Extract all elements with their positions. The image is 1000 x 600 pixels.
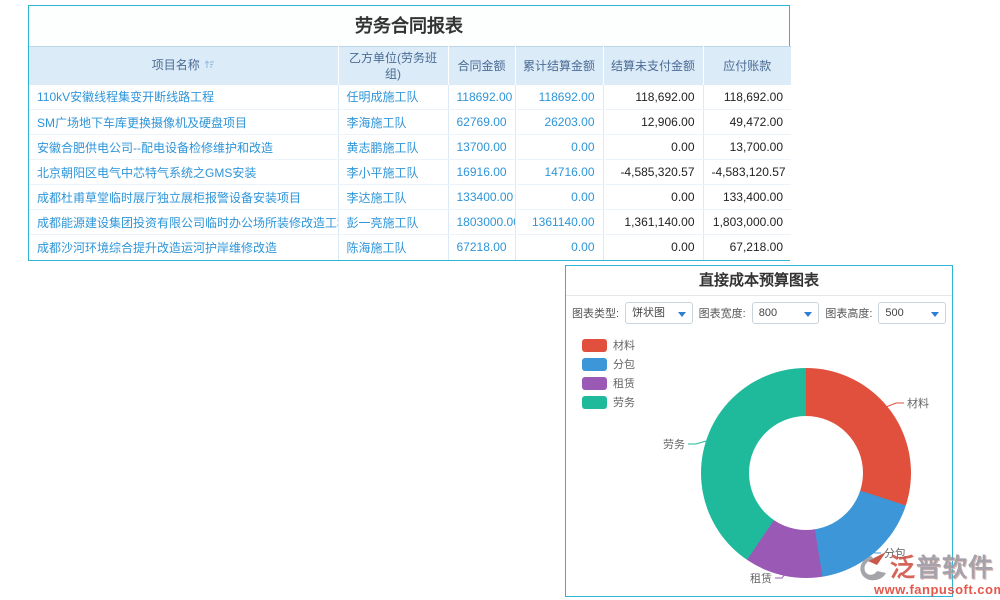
report-table: 项目名称 乙方单位(劳务班组) 合同金额 累计结算金额 结算未支付金额 应付账款… xyxy=(29,46,791,260)
legend-swatch xyxy=(582,339,607,352)
report-title: 劳务合同报表 xyxy=(29,6,789,46)
settled-amount-cell: 14716.00 xyxy=(515,160,603,185)
chart-height-label: 图表高度: xyxy=(825,305,872,321)
col-header-settled-amount[interactable]: 累计结算金额 xyxy=(515,47,603,85)
table-row[interactable]: 成都杜甫草堂临时展厅独立展柜报警设备安装项目李达施工队133400.000.00… xyxy=(29,185,791,210)
contract-amount-cell: 1803000.00 xyxy=(448,210,515,235)
contract-amount-cell: 13700.00 xyxy=(448,135,515,160)
legend-item[interactable]: 劳务 xyxy=(582,395,635,409)
report-table-body: 110kV安徽线程集变开断线路工程任明成施工队118692.00118692.0… xyxy=(29,85,791,260)
contract-amount-cell: 67218.00 xyxy=(448,235,515,260)
chart-type-select[interactable]: 饼状图 xyxy=(625,302,693,324)
col-header-payable[interactable]: 应付账款 xyxy=(703,47,791,85)
table-row[interactable]: 安徽合肥供电公司--配电设备检修维护和改造黄志鹏施工队13700.000.000… xyxy=(29,135,791,160)
project-name-cell[interactable]: SM广场地下车库更换摄像机及硬盘项目 xyxy=(29,110,338,135)
contractor-cell: 陈海施工队 xyxy=(338,235,448,260)
chart-type-label: 图表类型: xyxy=(572,305,619,321)
legend-item[interactable]: 材料 xyxy=(582,338,635,352)
project-name-cell[interactable]: 成都沙河环境综合提升改造运河护岸维修改造 xyxy=(29,235,338,260)
sort-icon[interactable] xyxy=(204,58,215,74)
chart-height-value: 500 xyxy=(885,307,903,319)
chart-legend: 材料分包租赁劳务 xyxy=(582,338,635,414)
unpaid-amount-cell: 0.00 xyxy=(603,185,703,210)
slice-label-rental: 租赁 xyxy=(750,571,772,585)
donut-hole xyxy=(749,416,863,530)
col-header-unpaid-amount[interactable]: 结算未支付金额 xyxy=(603,47,703,85)
contract-amount-cell: 16916.00 xyxy=(448,160,515,185)
table-row[interactable]: 110kV安徽线程集变开断线路工程任明成施工队118692.00118692.0… xyxy=(29,85,791,110)
slice-label-labor: 劳务 xyxy=(663,438,685,451)
contractor-cell: 黄志鹏施工队 xyxy=(338,135,448,160)
legend-item[interactable]: 分包 xyxy=(582,357,635,371)
project-name-cell[interactable]: 安徽合肥供电公司--配电设备检修维护和改造 xyxy=(29,135,338,160)
contract-amount-cell: 133400.00 xyxy=(448,185,515,210)
legend-label: 租赁 xyxy=(613,375,635,391)
contractor-cell: 任明成施工队 xyxy=(338,85,448,110)
settled-amount-cell: 0.00 xyxy=(515,135,603,160)
table-row[interactable]: SM广场地下车库更换摄像机及硬盘项目李海施工队62769.0026203.001… xyxy=(29,110,791,135)
settled-amount-cell: 0.00 xyxy=(515,185,603,210)
contractor-cell: 李小平施工队 xyxy=(338,160,448,185)
watermark-url: www.fanpusoft.com xyxy=(856,582,1000,597)
contract-amount-cell: 62769.00 xyxy=(448,110,515,135)
chevron-down-icon xyxy=(931,312,939,317)
unpaid-amount-cell: 0.00 xyxy=(603,235,703,260)
unpaid-amount-cell: 1,361,140.00 xyxy=(603,210,703,235)
watermark-brand: 泛普软件 xyxy=(890,548,994,584)
project-name-cell[interactable]: 110kV安徽线程集变开断线路工程 xyxy=(29,85,338,110)
report-table-header: 项目名称 乙方单位(劳务班组) 合同金额 累计结算金额 结算未支付金额 应付账款 xyxy=(29,47,791,85)
project-name-cell[interactable]: 成都能源建设集团投资有限公司临时办公场所装修改造工程EPC xyxy=(29,210,338,235)
payable-cell: 133,400.00 xyxy=(703,185,791,210)
legend-label: 材料 xyxy=(613,337,635,353)
payable-cell: -4,583,120.57 xyxy=(703,160,791,185)
chart-controls: 图表类型: 饼状图 图表宽度: 800 图表高度: 500 xyxy=(566,296,952,326)
chart-width-select[interactable]: 800 xyxy=(752,302,820,324)
payable-cell: 67,218.00 xyxy=(703,235,791,260)
payable-cell: 49,472.00 xyxy=(703,110,791,135)
project-name-cell[interactable]: 北京朝阳区电气中芯特气系统之GMS安装 xyxy=(29,160,338,185)
table-row[interactable]: 成都能源建设集团投资有限公司临时办公场所装修改造工程EPC彭一亮施工队18030… xyxy=(29,210,791,235)
contractor-cell: 彭一亮施工队 xyxy=(338,210,448,235)
payable-cell: 13,700.00 xyxy=(703,135,791,160)
settled-amount-cell: 26203.00 xyxy=(515,110,603,135)
unpaid-amount-cell: 0.00 xyxy=(603,135,703,160)
unpaid-amount-cell: 118,692.00 xyxy=(603,85,703,110)
contract-amount-cell: 118692.00 xyxy=(448,85,515,110)
watermark: 泛普软件 www.fanpusoft.com xyxy=(856,548,1000,597)
chevron-down-icon xyxy=(804,312,812,317)
chart-panel-title: 直接成本预算图表 xyxy=(566,266,952,296)
payable-cell: 1,803,000.00 xyxy=(703,210,791,235)
col-header-contractor[interactable]: 乙方单位(劳务班组) xyxy=(338,47,448,85)
col-header-contract-amount[interactable]: 合同金额 xyxy=(448,47,515,85)
slice-label-materials: 材料 xyxy=(907,396,929,410)
chart-height-select[interactable]: 500 xyxy=(878,302,946,324)
chart-width-label: 图表宽度: xyxy=(699,305,746,321)
legend-swatch xyxy=(582,377,607,390)
legend-swatch xyxy=(582,396,607,409)
chart-width-value: 800 xyxy=(759,307,777,319)
table-row[interactable]: 成都沙河环境综合提升改造运河护岸维修改造陈海施工队67218.000.000.0… xyxy=(29,235,791,260)
legend-item[interactable]: 租赁 xyxy=(582,376,635,390)
legend-label: 分包 xyxy=(613,356,635,372)
contractor-cell: 李达施工队 xyxy=(338,185,448,210)
payable-cell: 118,692.00 xyxy=(703,85,791,110)
contractor-cell: 李海施工队 xyxy=(338,110,448,135)
labor-contract-report-panel: 劳务合同报表 项目名称 乙方单位(劳务班组) 合同金额 累计结算金额 结算未支付… xyxy=(28,5,790,261)
col-header-project-name[interactable]: 项目名称 xyxy=(29,47,338,85)
legend-swatch xyxy=(582,358,607,371)
settled-amount-cell: 0.00 xyxy=(515,235,603,260)
fanpu-logo-icon xyxy=(856,550,890,582)
settled-amount-cell: 1361140.00 xyxy=(515,210,603,235)
project-name-cell[interactable]: 成都杜甫草堂临时展厅独立展柜报警设备安装项目 xyxy=(29,185,338,210)
legend-label: 劳务 xyxy=(613,394,635,410)
unpaid-amount-cell: -4,585,320.57 xyxy=(603,160,703,185)
table-row[interactable]: 北京朝阳区电气中芯特气系统之GMS安装李小平施工队16916.0014716.0… xyxy=(29,160,791,185)
settled-amount-cell: 118692.00 xyxy=(515,85,603,110)
chart-type-value: 饼状图 xyxy=(632,307,665,319)
unpaid-amount-cell: 12,906.00 xyxy=(603,110,703,135)
chevron-down-icon xyxy=(678,312,686,317)
